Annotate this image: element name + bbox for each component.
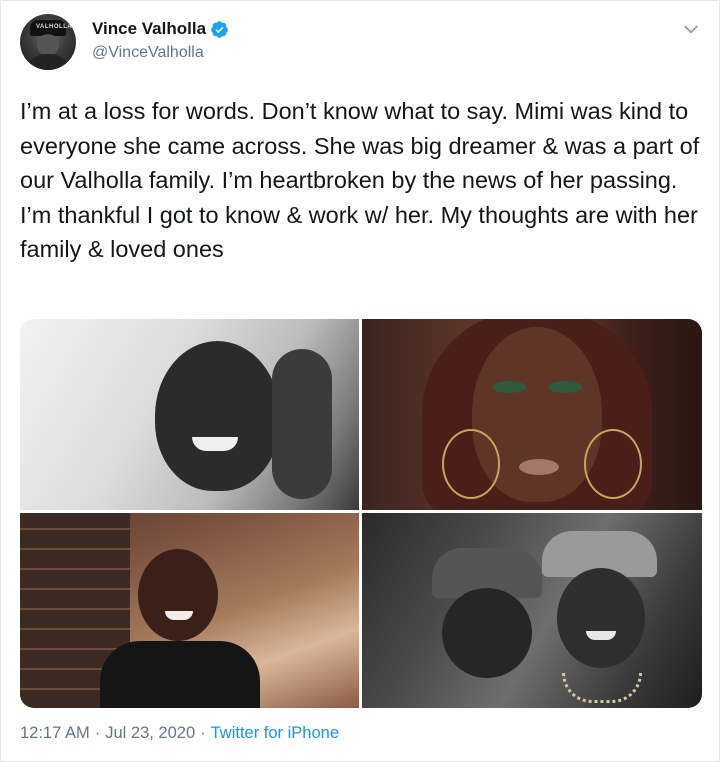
meta-separator: · <box>200 724 206 742</box>
photo-subject-b-smile <box>586 631 616 640</box>
tweet-time[interactable]: 12:17 AM <box>20 724 90 743</box>
photo-subject-lips <box>519 459 559 475</box>
photo-two-people-caps[interactable] <box>362 513 702 708</box>
photo-subject-hand <box>272 349 332 499</box>
photo-woman-smiling-brick-wall[interactable] <box>20 513 359 708</box>
chevron-down-icon[interactable] <box>681 19 701 39</box>
author-name-row: Vince Valholla <box>92 19 229 39</box>
tweet-date[interactable]: Jul 23, 2020 <box>105 724 195 743</box>
tweet-meta: 12:17 AM · Jul 23, 2020 · Twitter for iP… <box>20 724 339 743</box>
photo-subject-earring-right <box>584 429 642 499</box>
photo-subject-smile <box>192 437 238 451</box>
tweet-card: VALHOLLA Vince Valholla @VinceValholla I… <box>0 0 720 762</box>
author-display-name[interactable]: Vince Valholla <box>92 19 206 39</box>
photo-subject-b-face <box>557 568 645 668</box>
media-grid <box>20 319 702 708</box>
verified-badge-icon <box>211 20 228 38</box>
photo-subject-top <box>100 641 260 708</box>
photo-woman-selfie-green-eyeshadow[interactable] <box>362 319 702 510</box>
photo-subject-earring-left <box>442 429 500 499</box>
photo-subject-eye-left <box>492 381 526 393</box>
photo-subject-eye-right <box>548 381 582 393</box>
photo-subject-a-face <box>442 588 532 678</box>
photo-woman-laughing-bw[interactable] <box>20 319 359 510</box>
avatar-face <box>37 34 59 56</box>
tweet-source-link[interactable]: Twitter for iPhone <box>211 724 339 743</box>
meta-separator: · <box>94 724 101 742</box>
avatar[interactable]: VALHOLLA <box>20 14 76 70</box>
photo-subject-head <box>138 549 218 641</box>
author-handle[interactable]: @VinceValholla <box>92 44 204 62</box>
tweet-text: I’m at a loss for words. Don’t know what… <box>20 98 700 262</box>
photo-subject-b-chain <box>562 673 642 703</box>
avatar-cap-text: VALHOLLA <box>36 24 73 30</box>
photo-subject-head <box>155 341 280 491</box>
avatar-body <box>26 54 70 70</box>
